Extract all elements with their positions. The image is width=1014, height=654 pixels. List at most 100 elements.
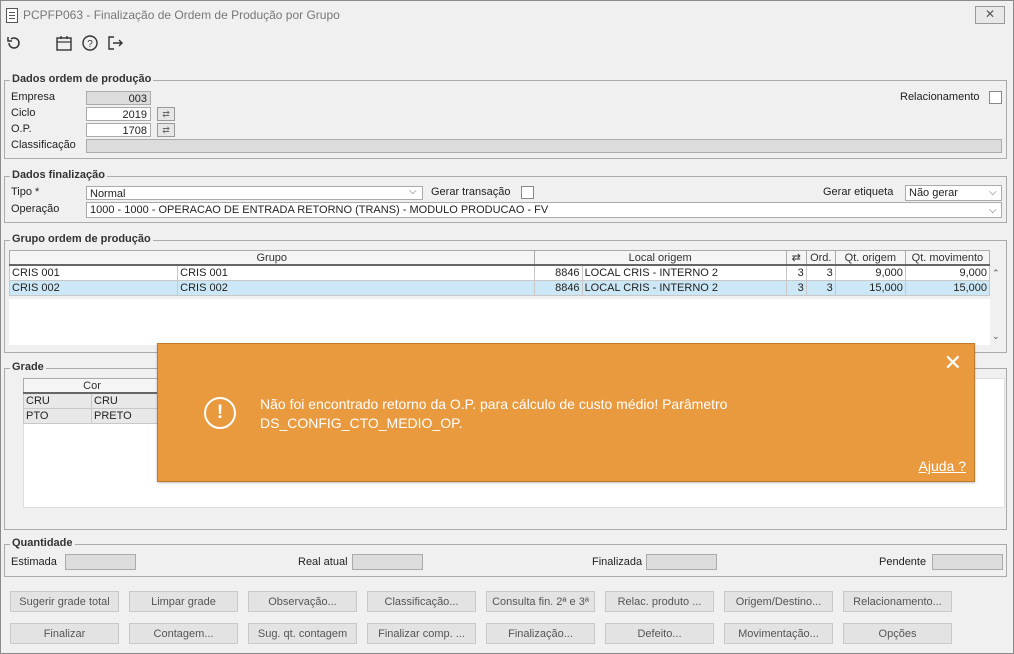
relac-produto-button[interactable]: Relac. produto ... bbox=[605, 591, 714, 612]
exit-icon[interactable] bbox=[106, 34, 126, 54]
real-atual-label: Real atual bbox=[298, 556, 348, 568]
lookup-cell[interactable]: 3 bbox=[785, 264, 807, 281]
descricao-cell[interactable]: CRIS 002 bbox=[177, 280, 535, 296]
qt-movimento-header[interactable]: Qt. movimento bbox=[904, 250, 991, 266]
local-origem-header[interactable]: Local origem bbox=[533, 250, 787, 266]
lookup-cell[interactable]: 3 bbox=[785, 280, 807, 296]
defeito-button[interactable]: Defeito... bbox=[605, 623, 714, 644]
cor-header[interactable]: Cor bbox=[22, 378, 162, 394]
ord-cell[interactable]: 3 bbox=[805, 280, 836, 296]
real-atual-field[interactable] bbox=[352, 554, 423, 570]
classificacao-button[interactable]: Classificação... bbox=[367, 591, 476, 612]
classificacao-label: Classificação bbox=[11, 139, 76, 151]
undo-icon[interactable] bbox=[5, 34, 25, 54]
table-row[interactable]: PTO PRETO bbox=[23, 408, 162, 424]
qt-origem-header[interactable]: Qt. origem bbox=[834, 250, 906, 266]
qt-origem-cell[interactable]: 9,000 bbox=[834, 264, 906, 281]
sug-qt-contagem-button[interactable]: Sug. qt. contagem bbox=[248, 623, 357, 644]
grupo-table: Grupo Local origem ⇄ Ord. Qt. origem Qt.… bbox=[8, 250, 991, 296]
origem-destino-button[interactable]: Origem/Destino... bbox=[724, 591, 833, 612]
quantidade-legend: Quantidade bbox=[10, 537, 75, 549]
operacao-label: Operação bbox=[11, 203, 60, 215]
toast-close-icon[interactable]: ✕ bbox=[944, 350, 962, 376]
window-title: PCPFP063 - Finalização de Ordem de Produ… bbox=[23, 8, 340, 22]
ciclo-lookup-button[interactable]: ⇄ bbox=[157, 107, 175, 121]
estimada-field[interactable] bbox=[65, 554, 136, 570]
table-empty-area bbox=[9, 299, 990, 345]
ciclo-label: Ciclo bbox=[11, 107, 36, 119]
op-label: O.P. bbox=[11, 123, 32, 135]
relacionamento-button[interactable]: Relacionamento... bbox=[843, 591, 952, 612]
gerar-etiqueta-label: Gerar etiqueta bbox=[823, 186, 894, 198]
finalizacao-button[interactable]: Finalização... bbox=[486, 623, 595, 644]
cor-nome-cell[interactable]: CRU bbox=[90, 392, 162, 409]
sugerir-grade-total-button[interactable]: Sugerir grade total bbox=[10, 591, 119, 612]
title-bar: PCPFP063 - Finalização de Ordem de Produ… bbox=[1, 1, 1013, 29]
contagem-button[interactable]: Contagem... bbox=[129, 623, 238, 644]
descricao-cell[interactable]: CRIS 001 bbox=[177, 264, 535, 281]
movimentacao-button[interactable]: Movimentação... bbox=[724, 623, 833, 644]
dados-finalizacao-legend: Dados finalização bbox=[10, 169, 107, 181]
empresa-label: Empresa bbox=[11, 91, 56, 103]
finalizar-comp-button[interactable]: Finalizar comp. ... bbox=[367, 623, 476, 644]
local-nome-cell[interactable]: LOCAL CRIS - INTERNO 2 bbox=[581, 264, 787, 281]
calendar-icon[interactable] bbox=[55, 34, 75, 54]
relacionamento-checkbox[interactable] bbox=[989, 91, 1002, 104]
ciclo-field[interactable]: 2019 bbox=[86, 107, 151, 121]
ajuda-link[interactable]: Ajuda ? bbox=[919, 458, 966, 474]
lookup-column-header[interactable]: ⇄ bbox=[785, 250, 807, 266]
grupo-cell[interactable]: CRIS 002 bbox=[8, 280, 179, 296]
help-icon[interactable]: ? bbox=[81, 34, 101, 54]
quantidade-fieldset: Quantidade Estimada Real atual Finalizad… bbox=[4, 537, 1007, 577]
gerar-transacao-checkbox[interactable] bbox=[521, 186, 534, 199]
estimada-label: Estimada bbox=[11, 556, 57, 568]
cor-nome-cell[interactable]: PRETO bbox=[90, 408, 162, 424]
classificacao-field[interactable] bbox=[86, 139, 1002, 153]
grupo-header[interactable]: Grupo bbox=[9, 250, 535, 266]
op-lookup-button[interactable]: ⇄ bbox=[157, 123, 175, 137]
main-window: PCPFP063 - Finalização de Ordem de Produ… bbox=[0, 0, 1014, 654]
qt-origem-cell[interactable]: 15,000 bbox=[834, 280, 906, 296]
table-row[interactable]: CRIS 002 CRIS 002 8846 LOCAL CRIS - INTE… bbox=[8, 280, 991, 296]
tipo-select[interactable]: Normal bbox=[86, 186, 423, 200]
observacao-button[interactable]: Observação... bbox=[248, 591, 357, 612]
dados-op-legend: Dados ordem de produção bbox=[10, 73, 154, 85]
qt-movimento-cell[interactable]: 9,000 bbox=[904, 264, 991, 281]
scroll-down-icon[interactable]: ⌄ bbox=[992, 331, 1000, 342]
qt-movimento-cell[interactable]: 15,000 bbox=[904, 280, 991, 296]
grupo-op-legend: Grupo ordem de produção bbox=[10, 233, 153, 245]
toolbar: ? bbox=[1, 34, 201, 54]
chevron-down-icon: ⌵ bbox=[409, 186, 417, 197]
document-icon bbox=[6, 8, 18, 23]
ord-header[interactable]: Ord. bbox=[805, 250, 836, 266]
grade-header-row: Cor bbox=[22, 378, 162, 394]
operacao-select[interactable]: 1000 - 1000 - OPERACAO DE ENTRADA RETORN… bbox=[86, 202, 1002, 218]
grupo-cell[interactable]: CRIS 001 bbox=[8, 264, 179, 281]
cor-codigo-cell[interactable]: CRU bbox=[23, 392, 92, 409]
close-button[interactable]: ✕ bbox=[975, 6, 1005, 24]
op-field[interactable]: 1708 bbox=[86, 123, 151, 137]
relacionamento-label: Relacionamento bbox=[900, 91, 980, 103]
error-toast: ✕ ! Não foi encontrado retorno da O.P. p… bbox=[157, 343, 975, 482]
local-codigo-cell[interactable]: 8846 bbox=[533, 280, 583, 296]
gerar-etiqueta-select[interactable]: Não gerar bbox=[905, 185, 1002, 201]
finalizada-field[interactable] bbox=[646, 554, 717, 570]
grade-legend: Grade bbox=[10, 361, 46, 373]
gerar-transacao-label: Gerar transação bbox=[431, 186, 511, 198]
empresa-field[interactable]: 003 bbox=[86, 91, 151, 105]
pendente-field[interactable] bbox=[932, 554, 1003, 570]
table-row[interactable]: CRIS 001 CRIS 001 8846 LOCAL CRIS - INTE… bbox=[8, 264, 991, 281]
opcoes-button[interactable]: Opções bbox=[843, 623, 952, 644]
tipo-label: Tipo * bbox=[11, 186, 40, 198]
alert-circle-icon: ! bbox=[204, 397, 236, 429]
consulta-fin-button[interactable]: Consulta fin. 2ª e 3ª bbox=[486, 591, 595, 612]
scroll-up-icon[interactable]: ⌃ bbox=[992, 268, 1000, 279]
table-row[interactable]: CRU CRU bbox=[23, 392, 162, 409]
local-codigo-cell[interactable]: 8846 bbox=[533, 264, 583, 281]
ord-cell[interactable]: 3 bbox=[805, 264, 836, 281]
limpar-grade-button[interactable]: Limpar grade bbox=[129, 591, 238, 612]
local-nome-cell[interactable]: LOCAL CRIS - INTERNO 2 bbox=[581, 280, 787, 296]
grade-table: Cor CRU CRU PTO PRETO bbox=[22, 378, 162, 424]
cor-codigo-cell[interactable]: PTO bbox=[23, 408, 92, 424]
finalizar-button[interactable]: Finalizar bbox=[10, 623, 119, 644]
